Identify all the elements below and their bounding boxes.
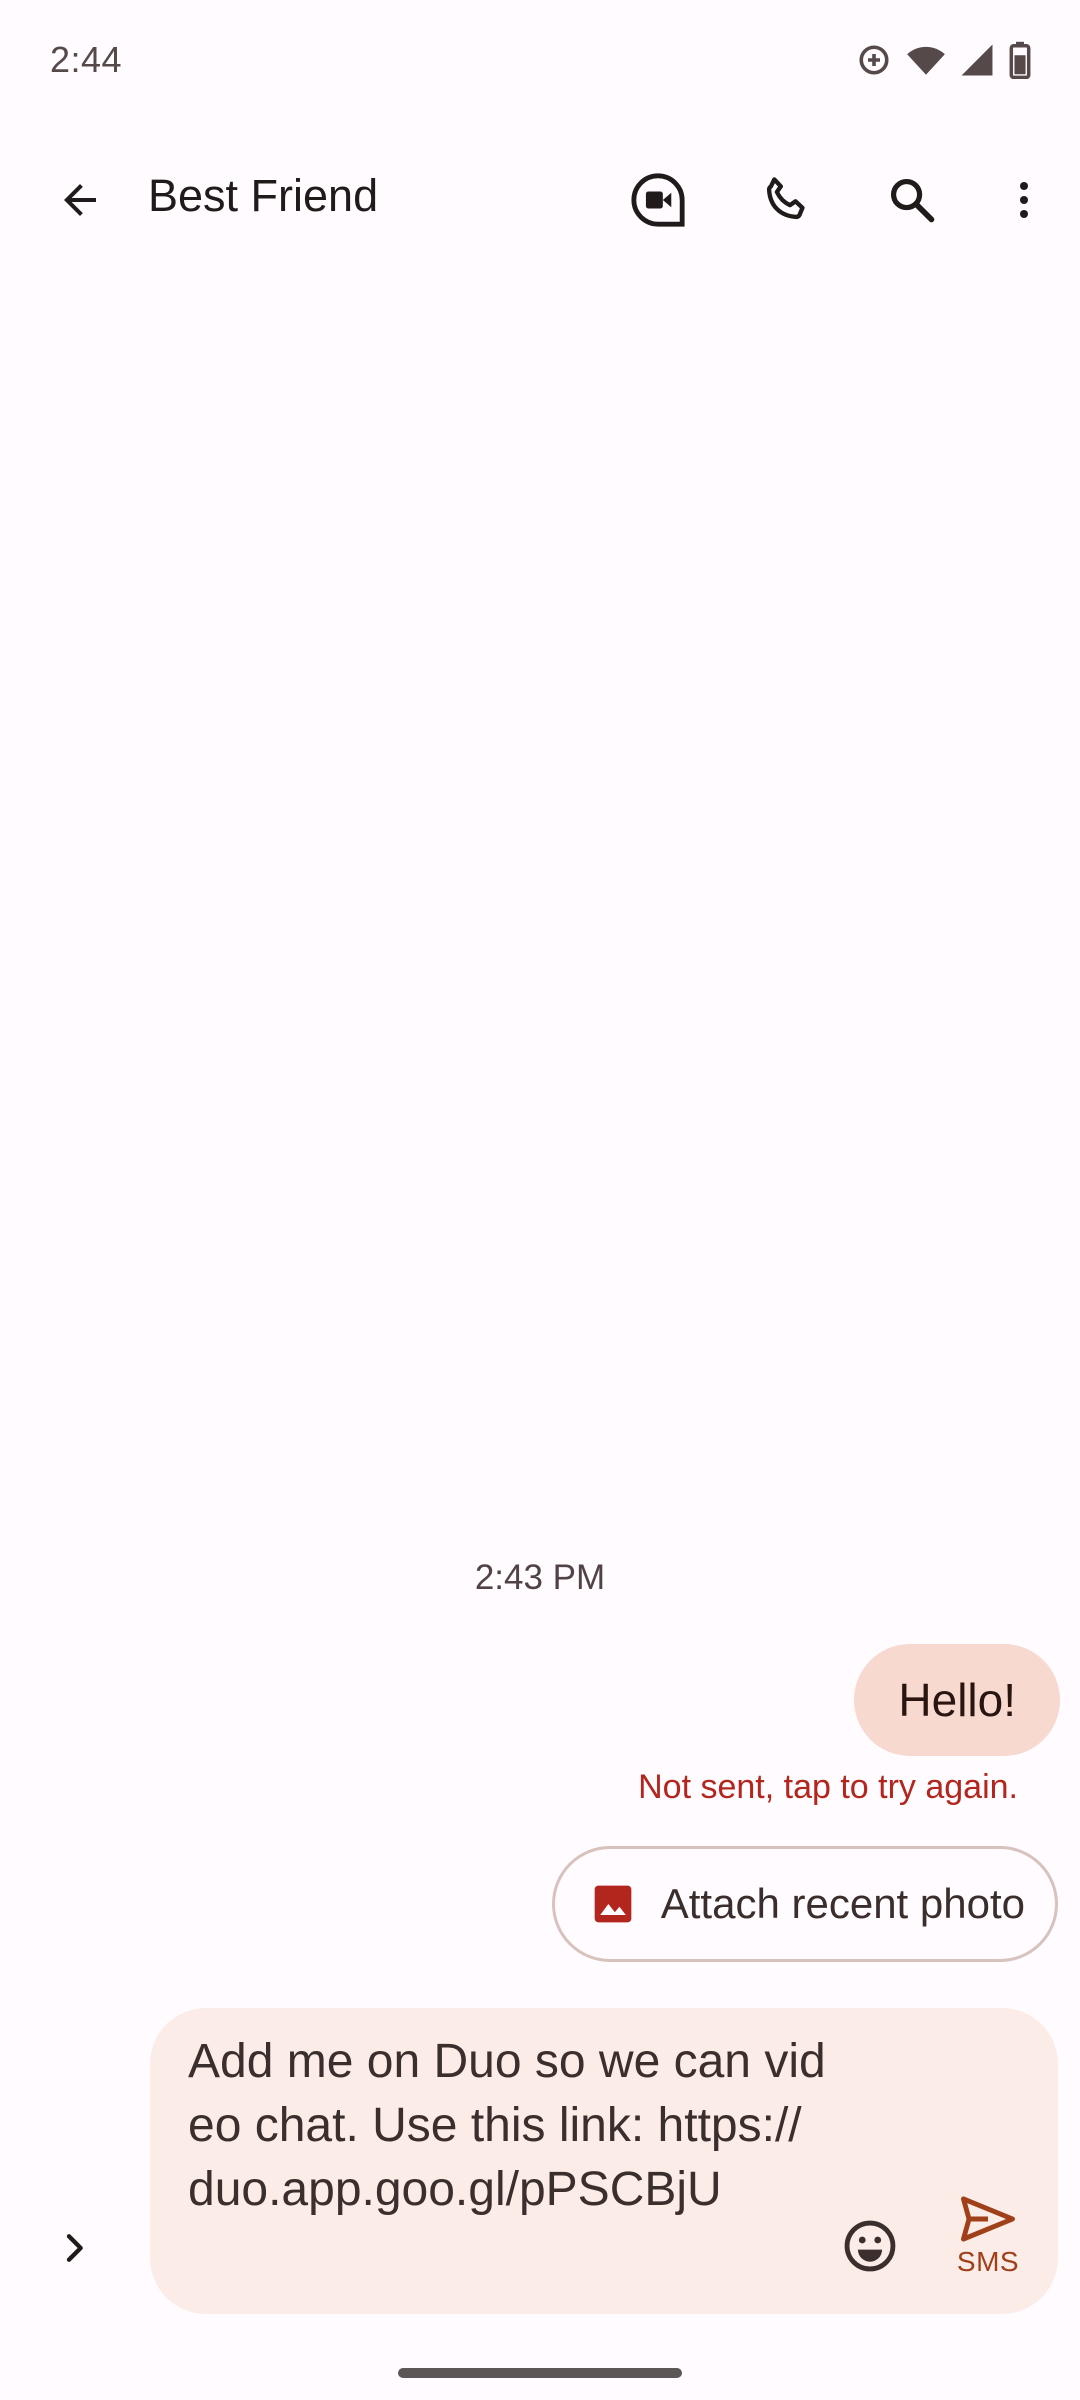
video-call-button[interactable] — [618, 160, 698, 240]
compose-input[interactable]: Add me on Duo so we can video chat. Use … — [188, 2030, 828, 2222]
emoji-icon — [844, 2220, 896, 2272]
outgoing-message-bubble[interactable]: Hello! — [854, 1644, 1060, 1756]
battery-icon — [1009, 41, 1031, 79]
emoji-button[interactable] — [832, 2208, 908, 2284]
status-bar: 2:44 — [0, 0, 1080, 120]
attach-recent-photo-chip[interactable]: Attach recent photo — [551, 1846, 1058, 1962]
send-error-status[interactable]: Not sent, tap to try again. — [638, 1768, 1018, 1807]
phone-button[interactable] — [746, 160, 826, 240]
video-call-icon — [631, 173, 685, 227]
more-options-button[interactable] — [984, 160, 1064, 240]
message-text: Hello! — [898, 1674, 1016, 1726]
send-label: SMS — [956, 2246, 1020, 2277]
expand-options-button[interactable] — [36, 2210, 112, 2286]
send-sms-button[interactable]: SMS — [940, 2194, 1036, 2300]
back-arrow-icon — [64, 184, 96, 216]
search-icon — [890, 178, 935, 223]
data-saver-icon — [859, 45, 889, 75]
home-indicator[interactable] — [398, 2368, 682, 2378]
signal-icon — [961, 44, 993, 76]
expand-icon — [66, 2234, 83, 2262]
attach-chip-label: Attach recent photo — [660, 1880, 1025, 1927]
phone-icon — [766, 177, 805, 220]
status-icons — [856, 41, 1032, 79]
app-bar: Best Friend — [0, 140, 1080, 260]
search-button[interactable] — [872, 160, 952, 240]
status-time: 2:44 — [50, 39, 123, 80]
message-timestamp: 2:43 PM — [474, 1558, 606, 1597]
message-compose-field[interactable]: Add me on Duo so we can video chat. Use … — [150, 2008, 1058, 2314]
send-icon — [961, 2196, 1015, 2242]
wifi-icon — [907, 46, 945, 75]
conversation-title: Best Friend — [148, 170, 379, 221]
back-button[interactable] — [40, 160, 120, 240]
image-icon — [594, 1885, 632, 1923]
more-vert-icon — [1020, 182, 1028, 218]
